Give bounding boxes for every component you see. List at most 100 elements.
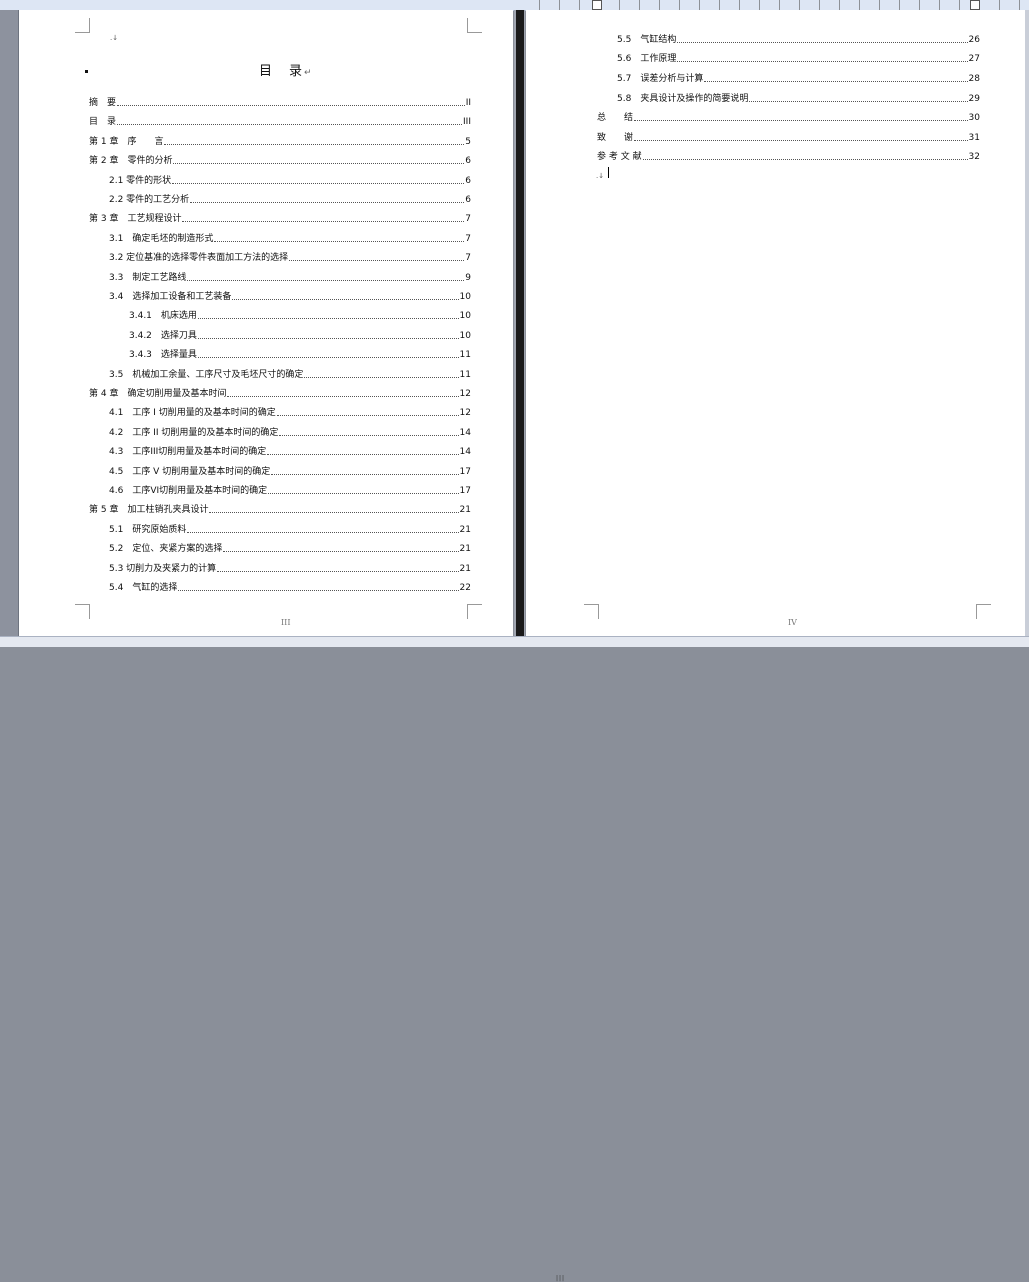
toc-leader-dots — [172, 182, 465, 184]
toc-entry[interactable]: 3.4.2 选择刀具 10 — [129, 330, 471, 342]
toc-entry-page: 12 — [459, 389, 471, 399]
toc-leader-dots — [634, 119, 968, 121]
toc-entry-text: 第 3 章 工艺规程设计 — [89, 214, 182, 225]
toc-entry-page: 11 — [459, 350, 471, 361]
toc-entry-text: 3.4 选择加工设备和工艺装备 — [109, 292, 232, 302]
toc-entry[interactable]: 第 3 章 工艺规程设计 7 — [89, 213, 471, 225]
left-gutter — [0, 10, 19, 636]
toc-entry[interactable]: 5.2 定位、夹紧方案的选择 21 — [109, 543, 471, 555]
toc-entry-page: 14 — [459, 447, 471, 458]
toc-leader-dots — [677, 41, 968, 43]
toc-entry[interactable]: 3.3 制定工艺路线 9 — [109, 272, 471, 284]
toc-leader-dots — [279, 434, 459, 436]
toc-entry-text: 4.6 工序VI切削用量及基本时间的确定 — [109, 486, 268, 496]
toc-entry[interactable]: 5.3 切削力及夹紧力的计算 21 — [109, 563, 471, 575]
toc-entry-page: 17 — [459, 486, 471, 496]
toc-entry-text: 3.4.1 机床选用 — [129, 311, 197, 322]
toc-entry-text: 3.5 机械加工余量、工序尺寸及毛坯尺寸的确定 — [109, 369, 304, 380]
toc-entry-text: 总 结 — [597, 113, 634, 123]
toc-leader-dots — [634, 139, 968, 141]
toc-entry-page: 29 — [968, 94, 980, 104]
toc-entry[interactable]: 第 1 章 序 言 5 — [89, 136, 471, 148]
toc-entry[interactable]: 目 录 III — [89, 116, 471, 128]
crop-mark — [584, 604, 599, 619]
toc-entry[interactable]: 5.7 误差分析与计算 28 — [617, 73, 980, 85]
toc-entry[interactable]: 第 2 章 零件的分析 6 — [89, 155, 471, 167]
toc-entry-page: 9 — [465, 272, 471, 283]
toc-entry-text: 5.3 切削力及夹紧力的计算 — [109, 563, 217, 574]
toc-entry[interactable]: 3.4.1 机床选用 10 — [129, 310, 471, 322]
toc-leader-dots — [304, 376, 459, 378]
paragraph-mark: .↓ — [110, 34, 119, 42]
toc-entry-page: 26 — [968, 35, 980, 45]
toc-entry[interactable]: 5.5 气缸结构 26 — [617, 34, 980, 46]
toc-leader-dots — [289, 259, 465, 262]
toc-entry[interactable]: 5.8 夹具设计及操作的简要说明 29 — [617, 93, 980, 105]
toc-entry-page: 30 — [968, 113, 980, 123]
toc-entry[interactable]: 3.4 选择加工设备和工艺装备 10 — [109, 291, 471, 303]
toc-leader-dots — [187, 279, 465, 281]
toc-entry[interactable]: 2.1 零件的形状 6 — [109, 175, 471, 187]
toc-entry[interactable]: 3.1 确定毛坯的制造形式 7 — [109, 233, 471, 245]
paragraph-mark: .↓ — [596, 172, 605, 180]
toc-entry[interactable]: 摘 要 II — [89, 97, 471, 109]
page-number: IV — [788, 618, 797, 627]
toc-entry-page: 17 — [459, 466, 471, 477]
document-page-iv[interactable]: 5.5 气缸结构 26 5.6 工作原理 27 5.7 误差分析与计算 28 5.8 夹具设… — [526, 10, 1025, 636]
toc-entry[interactable]: 第 4 章 确定切削用量及基本时间 12 — [89, 388, 471, 400]
ruler-right-indent-marker[interactable] — [970, 0, 980, 10]
toc-entry[interactable]: 5.4 气缸的选择 22 — [109, 582, 471, 594]
toc-entry-page: II — [465, 98, 471, 108]
toc-leader-dots — [677, 60, 968, 62]
toc-entry[interactable]: 2.2 零件的工艺分析 6 — [109, 194, 471, 206]
toc-entry-text: 参 考 文 献 — [597, 152, 642, 162]
crop-mark — [467, 18, 482, 33]
split-handle[interactable]: ||| — [556, 1275, 565, 1282]
toc-entry[interactable]: 3.2 定位基准的选择零件表面加工方法的选择 7 — [109, 252, 471, 264]
toc-entry[interactable]: 3.4.3 选择量具 11 — [129, 349, 471, 361]
toc-entry[interactable]: 4.5 工序 V 切削用量及基本时间的确定 17 — [109, 466, 471, 478]
toc-entry-text: 第 1 章 序 言 — [89, 136, 164, 147]
document-page-iii[interactable]: .↓ 目 录↵ 摘 要 II 目 录 III 第 1 章 序 言 5 第 2 章 零件的分析… — [19, 10, 513, 636]
toc-leader-dots — [232, 298, 459, 300]
toc-entry-page: 6 — [465, 156, 471, 167]
toc-entry[interactable]: 4.3 工序III切削用量及基本时间的确定 14 — [109, 446, 471, 458]
toc-leader-dots — [117, 104, 465, 106]
toc-leader-dots — [117, 123, 463, 126]
toc-entry[interactable]: 5.6 工作原理 27 — [617, 53, 980, 65]
toc-entry-text: 4.3 工序III切削用量及基本时间的确定 — [109, 447, 267, 458]
toc-entry-page: 6 — [465, 175, 471, 186]
toc-entry[interactable]: 参 考 文 献 32 — [597, 151, 980, 163]
toc-entry-page: 14 — [459, 427, 471, 438]
toc-entry-text: 5.1 研究原始质料 — [109, 524, 187, 535]
toc-leader-dots — [173, 162, 465, 165]
toc-entry[interactable]: 致 谢 31 — [597, 132, 980, 144]
toc-entry-text: 5.7 误差分析与计算 — [617, 74, 704, 84]
toc-entry-page: 21 — [459, 524, 471, 535]
toc-entry[interactable]: 总 结 30 — [597, 112, 980, 124]
toc-entry[interactable]: 第 5 章 加工柱销孔夹具设计 21 — [89, 504, 471, 516]
toc-entry[interactable]: 4.6 工序VI切削用量及基本时间的确定 17 — [109, 485, 471, 497]
toc-entry-text: 3.2 定位基准的选择零件表面加工方法的选择 — [109, 253, 289, 264]
vertical-scrollbar[interactable] — [1025, 10, 1029, 636]
toc-entry-page: 28 — [968, 74, 980, 84]
crop-mark — [75, 604, 90, 619]
toc-leader-dots — [276, 414, 459, 417]
toc-entry[interactable]: 5.1 研究原始质料 21 — [109, 524, 471, 536]
crop-mark — [976, 604, 991, 619]
ruler-indent-marker[interactable] — [592, 0, 602, 10]
toc-leader-dots — [197, 356, 459, 359]
toc-entry-page: 7 — [465, 214, 471, 225]
toc-entry-page: 7 — [465, 253, 471, 264]
toc-leader-dots — [187, 531, 459, 533]
toc-entry[interactable]: 4.2 工序 II 切削用量的及基本时间的确定 14 — [109, 427, 471, 439]
status-bar: ||| — [0, 636, 1029, 1282]
crop-mark — [75, 18, 90, 33]
toc-entry-text: 5.6 工作原理 — [617, 54, 677, 64]
toc-entry[interactable]: 3.5 机械加工余量、工序尺寸及毛坯尺寸的确定 11 — [109, 369, 471, 381]
toc-entry-text: 5.8 夹具设计及操作的简要说明 — [617, 94, 749, 104]
toc-entry[interactable]: 4.1 工序 I 切削用量的及基本时间的确定 12 — [109, 407, 471, 419]
toc-leader-dots — [642, 158, 968, 160]
toc-entry-text: 2.2 零件的工艺分析 — [109, 195, 190, 205]
toc-leader-dots — [178, 589, 459, 591]
